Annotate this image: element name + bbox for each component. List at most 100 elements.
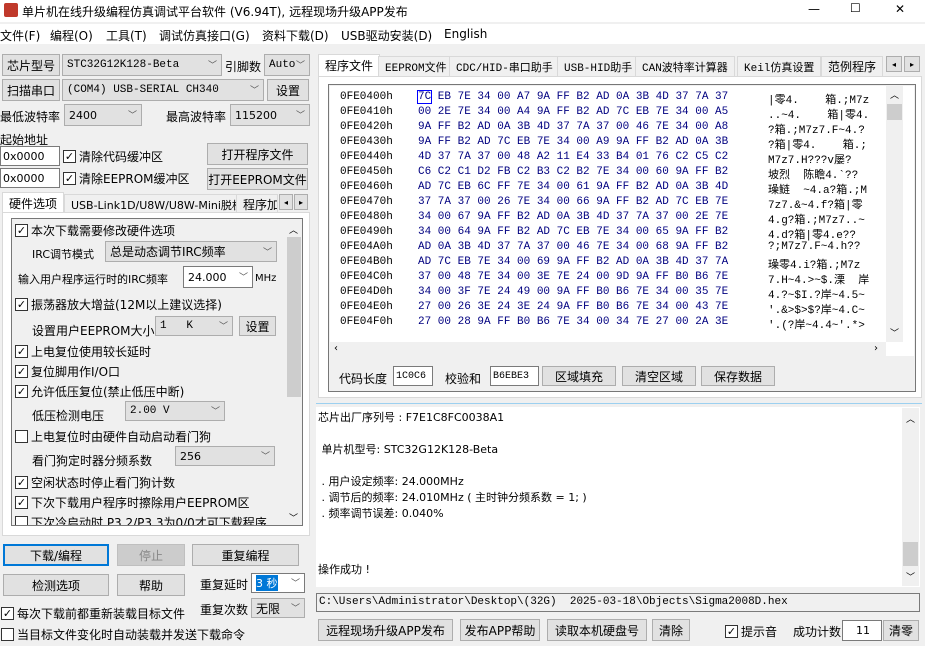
menu-program[interactable]: 编程(O) [50,27,93,44]
hex-ascii[interactable]: '.&>$>$?岸~4.C~ [768,301,865,317]
eeprom-size-select[interactable]: 1 K ﹀ [155,316,233,336]
hex-ascii[interactable]: 4.?~$I.?岸~4.5~ [768,286,865,302]
tab-program-file[interactable]: 程序文件 [318,54,381,76]
open-eeprom-file-button[interactable]: 打开EEPROM文件 [207,168,308,190]
hex-ascii[interactable]: 7z7.&~4.f?箱|零 [768,196,863,212]
hex-bytes[interactable]: 27 00 26 3E 24 3E 24 9A FF B0 B6 7E 34 0… [418,301,768,316]
clear-area-button[interactable]: 清空区域 [622,366,696,386]
osc-gain-checkbox[interactable]: ✓ 振荡器放大增益(12M以上建议选择) [15,296,222,313]
hex-ascii[interactable]: ?箱|零4. 箱.; [768,136,867,152]
reset-count-button[interactable]: 清零 [883,620,919,641]
pins-select[interactable]: Auto ﹀ [264,54,310,76]
close-button[interactable]: ✕ [895,2,905,16]
hex-bytes[interactable]: 27 00 28 9A FF B0 B6 7E 34 00 34 7E 27 0… [418,316,768,331]
hex-bytes[interactable]: 7C EB 7E 34 00 A7 9A FF B2 AD 0A 3B 4D 3… [416,90,768,106]
publish-app-button[interactable]: 远程现场升级APP发布 [318,619,453,641]
clear-eeprom-buffer-checkbox[interactable]: ✓ 清除EEPROM缓冲区 [63,170,190,187]
stop-button[interactable]: 停止 [117,544,185,566]
hex-addr[interactable]: 0FE0410h [340,106,418,121]
hex-bytes[interactable]: 9A FF B2 AD 7C EB 7E 34 00 A9 9A FF B2 A… [418,136,768,151]
hex-addr[interactable]: 0FE04D0h [340,286,418,301]
hex-ascii[interactable]: 璪鲢 ~4.a?箱.;M [768,181,867,197]
hex-hscrollbar[interactable]: ‹ › [330,342,886,356]
hex-addr[interactable]: 0FE0480h [340,211,418,226]
port-select[interactable]: (COM4) USB-SERIAL CH340 ﹀ [62,79,264,101]
hex-bytes[interactable]: 37 7A 37 00 26 7E 34 00 66 9A FF B2 AD 7… [418,196,768,211]
tab-examples[interactable]: 范例程序 [821,56,884,76]
tab-usb-hid[interactable]: USB-HID助手 [557,56,640,76]
scroll-thumb[interactable] [887,104,902,120]
scroll-thumb[interactable] [287,237,301,397]
menu-english[interactable]: English [444,27,487,41]
clear-code-buffer-checkbox[interactable]: ✓ 清除代码缓冲区 [63,148,163,165]
hex-addr[interactable]: 0FE04E0h [340,301,418,316]
hex-addr[interactable]: 0FE0470h [340,196,418,211]
hex-addr[interactable]: 0FE04B0h [340,256,418,271]
hex-addr[interactable]: 0FE0490h [340,226,418,241]
tab-can-baud[interactable]: CAN波特率计算器 [635,56,735,76]
lvd-select[interactable]: 2.00 V ﹀ [125,401,225,421]
scroll-down-icon[interactable]: ﹀ [890,326,899,339]
hex-addr[interactable]: 0FE0460h [340,181,418,196]
chip-model-button[interactable]: 芯片型号 [2,54,60,76]
hex-bytes[interactable]: 4D 37 7A 37 00 48 A2 11 E4 33 B4 01 76 C… [418,151,768,166]
port-settings-button[interactable]: 设置 [267,79,309,101]
scroll-left-icon[interactable]: ‹ [334,343,338,354]
open-program-file-button[interactable]: 打开程序文件 [207,143,308,165]
menu-usb-driver[interactable]: USB驱动安装(D) [341,27,432,44]
hex-addr[interactable]: 0FE04F0h [340,316,418,331]
splitter[interactable] [316,403,922,404]
hex-addr[interactable]: 0FE0400h [340,91,418,106]
tab-scroll-right[interactable]: ▸ [904,56,920,72]
hex-addr[interactable]: 0FE04C0h [340,271,418,286]
menu-tools[interactable]: 工具(T) [106,27,147,44]
tab-scroll-right[interactable]: ▸ [294,194,308,210]
eeprom-size-set-button[interactable]: 设置 [239,316,276,336]
tab-scroll-left[interactable]: ◂ [886,56,902,72]
wdt-auto-checkbox[interactable]: 上电复位时由硬件自动启动看门狗 [15,428,211,445]
tab-program-encrypt[interactable]: 程序加 [236,194,278,214]
beep-checkbox[interactable]: ✓ 提示音 [725,623,777,640]
hex-ascii[interactable]: 璪零4.i?箱.;M7z [768,256,860,272]
reload-file-checkbox[interactable]: ✓ 每次下载前都重新装载目标文件 [1,605,185,622]
hex-bytes[interactable]: C6 C2 C1 D2 FB C2 B3 C2 B2 7E 34 00 60 9… [418,166,768,181]
scroll-up-icon[interactable]: ︿ [289,223,298,236]
hex-ascii[interactable]: ..~4. 箱|零4. [768,106,869,122]
scroll-down-icon[interactable]: ﹀ [289,511,298,524]
erase-eeprom-checkbox[interactable]: ✓ 下次下载用户程序时擦除用户EEPROM区 [15,494,250,511]
save-data-button[interactable]: 保存数据 [701,366,775,386]
hex-bytes[interactable]: 9A FF B2 AD 0A 3B 4D 37 7A 37 00 46 7E 3… [418,121,768,136]
hex-ascii[interactable]: 坡烈 陈瞻4.`?? [768,166,858,182]
file-path-field[interactable]: C:\Users\Administrator\Desktop\(32G) 202… [316,593,920,612]
repeat-delay-select[interactable]: 3 秒 ﹀ [251,573,305,593]
hex-bytes[interactable]: 34 00 67 9A FF B2 AD 0A 3B 4D 37 7A 37 0… [418,211,768,226]
log-scrollbar[interactable]: ︿ ﹀ [902,408,919,586]
scroll-right-icon[interactable]: › [874,343,878,354]
menu-file[interactable]: 文件(F) [0,27,40,44]
idle-wdt-checkbox[interactable]: ✓ 空闲状态时停止看门狗计数 [15,474,175,491]
tab-cdc-hid-serial[interactable]: CDC/HID-串口助手 [449,56,560,76]
tab-keil-sim[interactable]: Keil仿真设置 [737,56,822,76]
hex-bytes[interactable]: 00 2E 7E 34 00 A4 9A FF B2 AD 7C EB 7E 3… [418,106,768,121]
min-baud-select[interactable]: 2400 ﹀ [64,104,142,126]
tab-eeprom-file[interactable]: EEPROM文件 [378,56,454,76]
irc-freq-select[interactable]: 24.000 ﹀ [183,266,253,288]
hex-addr[interactable]: 0FE0420h [340,121,418,136]
reset-io-checkbox[interactable]: ✓ 复位脚用作I/O口 [15,363,120,380]
lvr-checkbox[interactable]: ✓ 允许低压复位(禁止低压中断) [15,383,184,400]
tab-scroll-left[interactable]: ◂ [279,194,293,210]
hex-vscrollbar[interactable]: ︿ ﹀ [886,86,903,342]
scan-port-button[interactable]: 扫描串口 [2,79,60,101]
hex-ascii[interactable]: '.(?岸~4.4~'.*> [768,316,865,332]
scroll-thumb[interactable] [903,542,918,566]
minimize-button[interactable]: — [808,2,820,16]
hex-bytes[interactable]: AD 0A 3B 4D 37 7A 37 00 46 7E 34 00 68 9… [418,241,768,256]
scroll-up-icon[interactable]: ︿ [906,412,915,425]
hex-bytes[interactable]: 37 00 48 7E 34 00 3E 7E 24 00 9D 9A FF B… [418,271,768,286]
chip-model-select[interactable]: STC32G12K128-Beta ﹀ [62,54,222,76]
max-baud-select[interactable]: 115200 ﹀ [230,104,310,126]
repeat-program-button[interactable]: 重复编程 [192,544,299,566]
publish-help-button[interactable]: 发布APP帮助 [460,619,540,641]
maximize-button[interactable]: ☐ [850,1,861,15]
hex-addr[interactable]: 0FE0450h [340,166,418,181]
